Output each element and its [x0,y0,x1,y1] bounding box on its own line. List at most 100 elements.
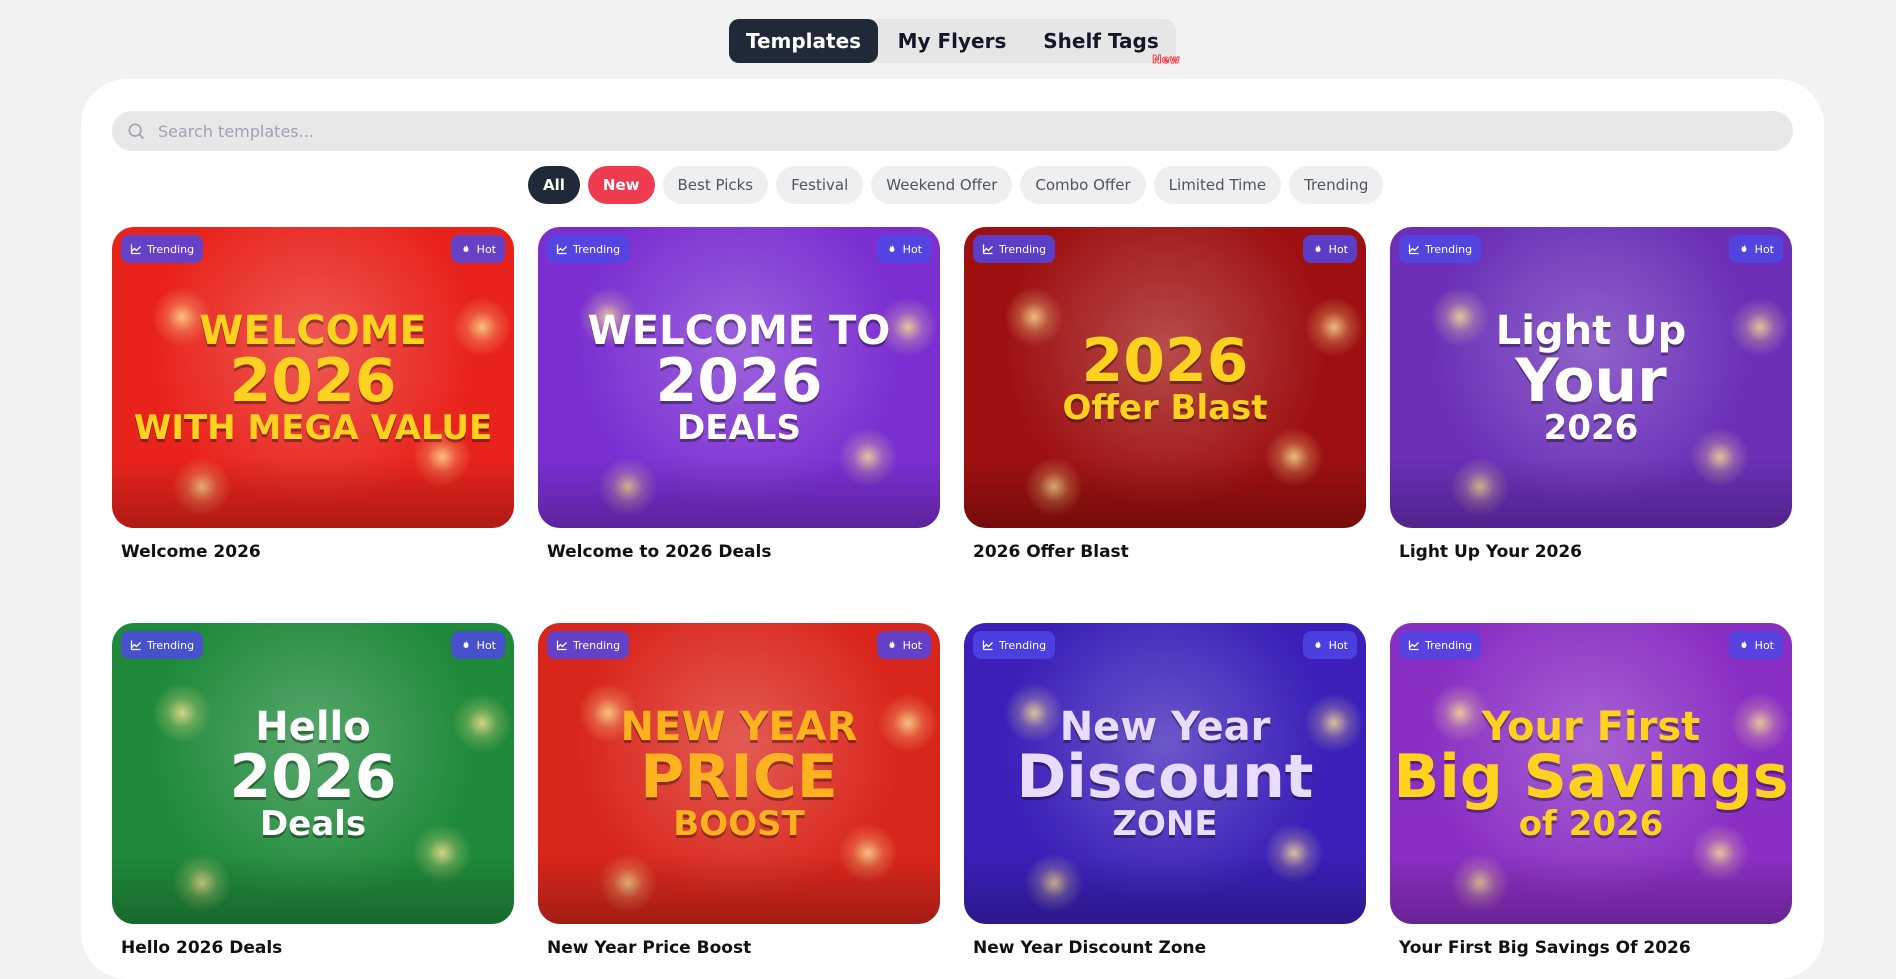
artwork-line: ZONE [1112,803,1218,844]
hot-badge: Hot [1728,235,1783,263]
hot-badge: Hot [1302,631,1357,659]
search-bar[interactable] [112,111,1793,151]
trending-badge-label: Trending [999,638,1047,652]
template-thumbnail[interactable]: NEW YEAR PRICE BOOST Trending Hot [538,623,940,924]
hot-badge: Hot [450,631,505,659]
trending-badge: Trending [1399,631,1482,659]
template-card[interactable]: 2026 Offer Blast Trending Hot 2026 Offer Bla… [964,227,1366,562]
artwork-line: Discount [1016,741,1314,812]
template-title: Welcome to 2026 Deals [547,542,772,562]
template-title: Welcome 2026 [121,542,261,562]
template-title: 2026 Offer Blast [973,542,1129,562]
filter-new[interactable]: New [587,166,655,204]
template-thumbnail[interactable]: Your First Big Savings of 2026 Trending Hot [1390,623,1792,924]
template-card[interactable]: Hello 2026 Deals Trending Hot Hello 2026 Deal… [112,623,514,958]
trending-badge: Trending [547,235,630,263]
template-card[interactable]: Your First Big Savings of 2026 Trending Hot Y… [1390,623,1792,958]
template-artwork-text: Your First Big Savings of 2026 [1390,707,1792,841]
artwork-line: 2026 [1543,407,1639,448]
trending-icon [130,640,141,651]
template-grid: WELCOME 2026 WITH MEGA VALUE Trending Hot Wel… [112,227,1792,958]
artwork-line: Big Savings [1393,741,1789,812]
trending-badge: Trending [121,235,204,263]
hot-badge: Hot [876,631,931,659]
trending-icon [556,244,567,255]
artwork-line: 2026 [229,345,397,416]
hot-badge-label: Hot [1754,638,1774,652]
filter-chips: All New Best Picks Festival Weekend Offe… [528,166,1384,204]
artwork-line: Your [1515,345,1667,416]
artwork-line: New Year [1059,703,1271,750]
template-thumbnail[interactable]: Hello 2026 Deals Trending Hot [112,623,514,924]
template-card[interactable]: NEW YEAR PRICE BOOST Trending Hot New Year Pr… [538,623,940,958]
trending-badge: Trending [121,631,204,659]
hot-badge-label: Hot [476,638,496,652]
filter-limited-time[interactable]: Limited Time [1153,166,1282,204]
trending-badge-label: Trending [147,638,195,652]
hot-badge-label: Hot [1754,242,1774,256]
template-card[interactable]: WELCOME 2026 WITH MEGA VALUE Trending Hot Wel… [112,227,514,562]
hot-badge-label: Hot [1328,242,1348,256]
artwork-line: 2026 [1081,325,1249,396]
filter-trending[interactable]: Trending [1289,166,1384,204]
template-artwork-text: WELCOME TO 2026 DEALS [538,311,940,445]
artwork-line: DEALS [677,407,801,448]
stage-floor [112,854,514,924]
filter-festival[interactable]: Festival [776,166,864,204]
artwork-line: WELCOME TO [587,307,891,354]
trending-badge-label: Trending [147,242,195,256]
filter-all[interactable]: All [528,166,580,204]
template-artwork-text: New Year Discount ZONE [964,707,1366,841]
tab-shelf-tags[interactable]: Shelf Tags New [1026,19,1180,67]
template-title: New Year Discount Zone [973,938,1207,958]
template-card[interactable]: New Year Discount ZONE Trending Hot New Year … [964,623,1366,958]
view-tabs: Templates My Flyers Shelf Tags New [729,19,1180,67]
flame-icon [889,640,895,648]
hot-badge: Hot [450,235,505,263]
template-title: New Year Price Boost [547,938,752,958]
filter-weekend-offer[interactable]: Weekend Offer [871,166,1013,204]
template-artwork-text: NEW YEAR PRICE BOOST [538,707,940,841]
tab-templates[interactable]: Templates [729,19,878,63]
hot-badge-label: Hot [476,242,496,256]
artwork-line: BOOST [673,803,805,844]
template-thumbnail[interactable]: Light Up Your 2026 Trending Hot [1390,227,1792,528]
template-thumbnail[interactable]: 2026 Offer Blast Trending Hot [964,227,1366,528]
artwork-line: Offer Blast [1062,387,1268,428]
search-input[interactable] [156,120,1760,142]
artwork-line: Light Up [1495,307,1687,354]
artwork-line: 2026 [655,345,823,416]
artwork-line: PRICE [640,741,838,812]
template-artwork-text: Hello 2026 Deals [112,707,514,841]
stage-floor [964,458,1366,528]
hot-badge-label: Hot [1328,638,1348,652]
filter-best-picks[interactable]: Best Picks [662,166,769,204]
tab-shelf-tags-label: Shelf Tags [1043,29,1159,53]
trending-badge: Trending [547,631,630,659]
stage-floor [538,458,940,528]
stage-floor [1390,854,1792,924]
template-title: Light Up Your 2026 [1399,542,1583,562]
stage-floor [1390,458,1792,528]
tab-my-flyers[interactable]: My Flyers [878,19,1026,63]
template-thumbnail[interactable]: WELCOME TO 2026 DEALS Trending Hot [538,227,940,528]
template-title: Hello 2026 Deals [121,938,283,958]
trending-icon [982,640,993,651]
flame-icon [1315,640,1321,648]
template-card[interactable]: WELCOME TO 2026 DEALS Trending Hot Welcome to… [538,227,940,562]
artwork-line: WELCOME [199,307,427,354]
stage-floor [538,854,940,924]
trending-badge: Trending [973,235,1056,263]
template-artwork-text: WELCOME 2026 WITH MEGA VALUE [112,311,514,445]
filter-combo-offer[interactable]: Combo Offer [1020,166,1146,204]
trending-badge: Trending [1399,235,1482,263]
flame-icon [1315,244,1321,252]
template-artwork-text: Light Up Your 2026 [1390,311,1792,445]
flame-icon [463,244,469,252]
template-title: Your First Big Savings Of 2026 [1399,938,1691,958]
stage-floor [112,458,514,528]
template-card[interactable]: Light Up Your 2026 Trending Hot Light Up Your… [1390,227,1792,562]
template-thumbnail[interactable]: New Year Discount ZONE Trending Hot [964,623,1366,924]
hot-badge: Hot [1302,235,1357,263]
template-thumbnail[interactable]: WELCOME 2026 WITH MEGA VALUE Trending Hot [112,227,514,528]
